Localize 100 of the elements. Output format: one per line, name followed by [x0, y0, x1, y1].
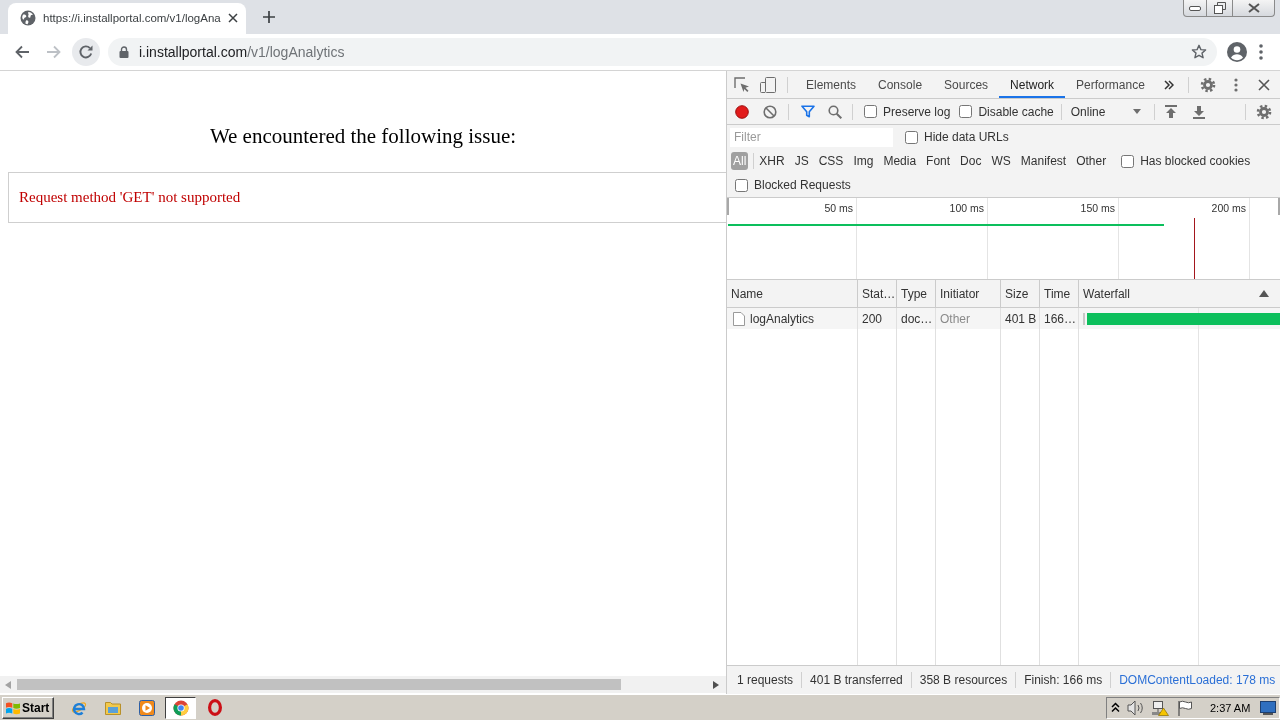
close-icon[interactable] [1258, 78, 1270, 91]
record-icon[interactable] [735, 104, 749, 119]
tick-label: 100 ms [949, 202, 984, 214]
upload-icon[interactable] [1164, 104, 1177, 119]
reload-button[interactable] [72, 38, 100, 66]
column-header[interactable]: Name [727, 280, 858, 307]
restore-button[interactable] [1207, 0, 1233, 17]
close-icon[interactable] [1247, 3, 1260, 13]
lock-icon[interactable] [119, 46, 129, 58]
plus-icon[interactable] [263, 11, 275, 23]
summary-text: Finish: 166 ms [1024, 673, 1103, 687]
column-header[interactable]: Size [1001, 280, 1040, 307]
checkbox-label[interactable]: Has blocked cookies [1140, 154, 1251, 168]
filter-icon[interactable] [801, 105, 815, 118]
filter-input[interactable]: Filter [730, 127, 893, 147]
panel-tab[interactable]: Console [867, 71, 934, 98]
minimize-icon[interactable] [1189, 5, 1201, 11]
play-icon[interactable] [138, 699, 155, 716]
account-icon[interactable] [1227, 42, 1247, 62]
checkbox-label[interactable]: Blocked Requests [754, 178, 851, 192]
checkbox-label[interactable]: Preserve log [883, 104, 951, 119]
type-filter[interactable]: Manifest [1015, 152, 1072, 170]
type-filter[interactable]: Doc [955, 152, 987, 170]
right-arrow-icon[interactable] [713, 680, 719, 689]
column-header[interactable]: Initiator [936, 280, 1001, 307]
back-arrow-icon[interactable] [14, 44, 30, 60]
type-filter[interactable]: CSS [813, 152, 849, 170]
flag-icon[interactable] [1177, 699, 1193, 716]
start-button[interactable]: Start [2, 696, 54, 719]
column-header[interactable]: Time [1040, 280, 1079, 307]
star-icon[interactable] [1191, 44, 1207, 60]
type-filter[interactable]: Font [921, 152, 956, 170]
panel-tab[interactable]: Performance [1065, 71, 1156, 98]
summary-text: 401 B transferred [810, 673, 903, 687]
clear-icon[interactable] [763, 104, 777, 119]
double-chevron-up-icon[interactable] [1111, 702, 1120, 713]
type-filter[interactable]: XHR [754, 152, 790, 170]
checkbox[interactable] [905, 130, 918, 144]
table-cell: doc… [897, 308, 936, 329]
double-chevron-icon[interactable] [1163, 79, 1174, 90]
column-header[interactable]: Waterfall [1079, 280, 1280, 307]
checkbox[interactable] [1121, 154, 1135, 168]
document-icon [733, 311, 745, 326]
type-filter[interactable]: Other [1071, 152, 1112, 170]
summary-text: 358 B resources [919, 673, 1008, 687]
dropdown-arrow-icon[interactable] [1132, 109, 1141, 114]
restore-icon[interactable] [1213, 2, 1226, 14]
checkbox[interactable] [735, 178, 748, 192]
sort-arrow-icon[interactable] [1259, 290, 1269, 297]
request-row[interactable]: logAnalytics 200 doc… Other 401 B 166… [727, 308, 1280, 329]
checkbox[interactable] [864, 105, 877, 118]
menu-icon[interactable] [1259, 44, 1263, 60]
tricolor-circle-icon[interactable] [172, 699, 189, 716]
horizontal-scrollbar[interactable] [0, 676, 726, 693]
type-filter[interactable]: Img [848, 152, 879, 170]
table-cell: 200 [858, 308, 897, 329]
tick-label: 200 ms [1211, 202, 1246, 214]
e-letter-icon[interactable] [70, 699, 87, 716]
summary-link[interactable]: DOMContentLoaded: 178 ms [1119, 673, 1276, 687]
range-handle[interactable] [727, 198, 729, 215]
error-message: Request method 'GET' not supported [19, 189, 241, 206]
settings-icon[interactable] [1256, 103, 1272, 120]
throttling-select[interactable]: Online [1065, 101, 1146, 122]
column-header[interactable]: Type [897, 280, 936, 307]
scrollbar-thumb[interactable] [17, 679, 621, 690]
device-icon[interactable] [760, 76, 776, 93]
search-icon[interactable] [828, 104, 842, 119]
close-window-button[interactable] [1233, 0, 1275, 17]
address-bar[interactable]: i.installportal.com/v1/logAnalytics [108, 38, 1217, 66]
reload-icon[interactable] [78, 44, 94, 60]
type-filter[interactable]: JS [789, 152, 814, 170]
speaker-icon[interactable] [1127, 699, 1145, 716]
type-filter[interactable]: WS [986, 152, 1016, 170]
network-warning-icon[interactable] [1151, 699, 1169, 716]
o-letter-icon[interactable] [207, 699, 222, 716]
tick-label: 150 ms [1080, 202, 1115, 214]
table-cell: Other [936, 308, 1001, 329]
browser-tab[interactable]: https://i.installportal.com/v1/logAna [8, 3, 246, 34]
monitor-icon[interactable] [1260, 700, 1276, 715]
clock[interactable]: 2:37 AM [1210, 701, 1251, 714]
request-name[interactable]: logAnalytics [750, 311, 815, 326]
panel-tab[interactable]: Sources [933, 71, 1000, 98]
globe-icon [20, 9, 36, 26]
dom-content-loaded-line [1194, 218, 1195, 279]
close-icon[interactable] [227, 12, 238, 23]
checkbox-label[interactable]: Disable cache [978, 104, 1054, 119]
summary-text: 1 requests [737, 673, 794, 687]
inspect-icon[interactable] [734, 76, 750, 93]
settings-icon[interactable] [1200, 76, 1216, 93]
checkbox-label[interactable]: Hide data URLs [924, 130, 1009, 144]
panel-tab[interactable]: Elements [795, 71, 868, 98]
minimize-button[interactable] [1183, 0, 1207, 17]
download-icon[interactable] [1192, 104, 1205, 119]
type-filter[interactable]: Media [878, 152, 922, 170]
taskbar-button[interactable] [165, 696, 196, 719]
checkbox[interactable] [959, 105, 973, 118]
column-header[interactable]: Stat… [858, 280, 897, 307]
menu-icon[interactable] [1234, 77, 1238, 92]
range-handle[interactable] [1278, 198, 1280, 215]
tick-label: 50 ms [824, 202, 853, 214]
